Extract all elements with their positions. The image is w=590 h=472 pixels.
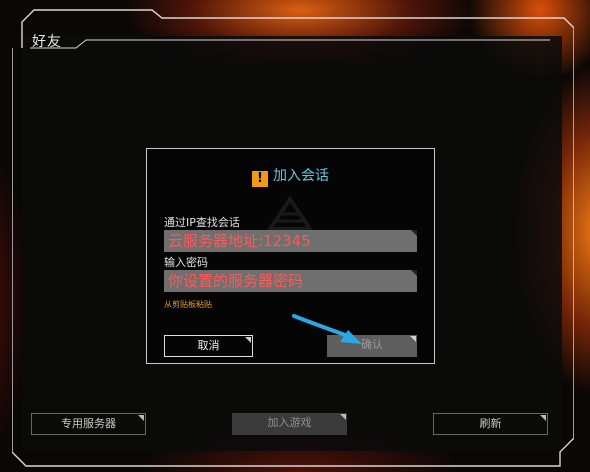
corner-mark — [410, 336, 416, 342]
paste-from-clipboard-link[interactable]: 从剪贴板粘贴 — [164, 299, 212, 310]
refresh-button[interactable]: 刷新 — [433, 413, 548, 435]
title-underline — [30, 39, 550, 49]
corner-mark — [245, 337, 251, 343]
dedicated-server-label: 专用服务器 — [61, 417, 116, 430]
dialog-title: ! 加入会话 — [147, 165, 434, 187]
ip-input[interactable]: 云服务器地址:12345 — [164, 230, 417, 252]
join-game-label: 加入游戏 — [267, 416, 312, 429]
dedicated-server-button[interactable]: 专用服务器 — [31, 413, 146, 435]
cancel-button-label: 取消 — [197, 339, 220, 352]
corner-mark — [138, 415, 144, 421]
annotation-arrow-icon — [292, 314, 362, 344]
warning-icon: ! — [252, 171, 268, 187]
ip-input-value: 云服务器地址:12345 — [168, 232, 311, 250]
input-corner — [411, 230, 417, 236]
refresh-label: 刷新 — [479, 417, 502, 430]
password-label: 输入密码 — [164, 256, 208, 269]
input-corner — [411, 270, 417, 276]
dialog-title-text: 加入会话 — [273, 168, 329, 184]
password-input-value: 你设置的服务器密码 — [168, 272, 304, 290]
join-game-button[interactable]: 加入游戏 — [232, 413, 347, 435]
password-input[interactable]: 你设置的服务器密码 — [164, 270, 417, 292]
corner-mark — [340, 414, 346, 420]
corner-mark — [540, 415, 546, 421]
cancel-button[interactable]: 取消 — [164, 335, 253, 357]
ip-label: 通过IP查找会话 — [164, 216, 240, 229]
